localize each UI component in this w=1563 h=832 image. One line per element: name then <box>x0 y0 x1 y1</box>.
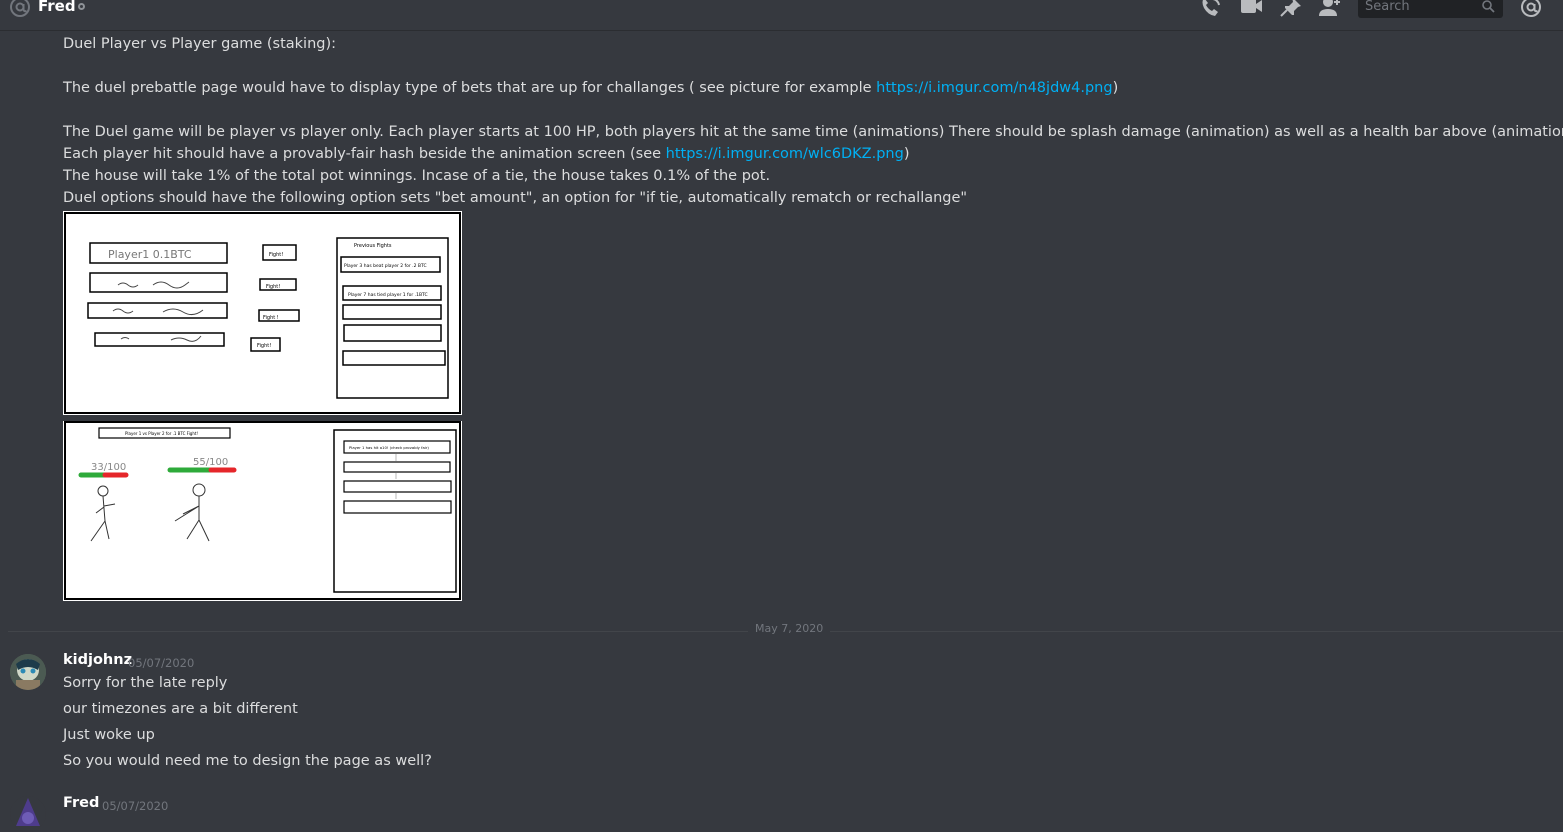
previous-fight-row: Player 3 has beat player 2 for .2 BTC <box>344 263 427 269</box>
date-divider-label: May 7, 2020 <box>748 622 831 635</box>
fight-button-label: Fight! <box>266 284 280 290</box>
message-line: Duel options should have the following o… <box>63 190 968 206</box>
message-line: The Duel game will be player vs player o… <box>63 124 1563 140</box>
mentions-icon[interactable] <box>1520 0 1542 22</box>
search-placeholder: Search <box>1365 0 1410 14</box>
avatar[interactable] <box>10 796 46 832</box>
avatar[interactable] <box>10 654 46 690</box>
message-line: Sorry for the late reply <box>63 675 228 691</box>
player1-hp: 33/100 <box>91 462 126 473</box>
previous-fights-title: Previous Fights <box>354 243 392 249</box>
player2-hp: 55/100 <box>193 457 228 468</box>
message-line: The duel prebattle page would have to di… <box>63 80 1119 96</box>
message-author[interactable]: Fred <box>63 795 99 811</box>
fight-button-label: Fight! <box>269 252 283 258</box>
at-sign-icon <box>9 0 31 22</box>
message-line: So you would need me to design the page … <box>63 753 432 769</box>
message-timestamp: 05/07/2020 <box>128 656 195 670</box>
fight-title: Player 1 vs Player 2 for .1 BTC Fight! <box>125 431 198 436</box>
fight-button-label: Fight ! <box>263 315 279 321</box>
attachment-image[interactable]: Player1 0.1BTC Fight! Fight! Fight ! Fig… <box>63 211 462 601</box>
channel-header: Fred Search <box>0 0 1563 31</box>
add-friend-to-dm-icon[interactable] <box>1318 0 1342 22</box>
imgur-link[interactable]: https://i.imgur.com/wlc6DKZ.png <box>666 146 904 162</box>
hit-log-row: Player 1 has hit a10! (check provably fa… <box>349 445 429 450</box>
pinned-messages-icon[interactable] <box>1280 0 1302 22</box>
offline-status-icon <box>78 3 85 10</box>
start-video-call-icon[interactable] <box>1240 0 1264 22</box>
search-input[interactable]: Search <box>1358 0 1503 18</box>
message-line: The house will take 1% of the total pot … <box>63 168 771 184</box>
message-author[interactable]: kidjohnz <box>63 652 132 668</box>
channel-name: Fred <box>38 0 76 15</box>
imgur-link[interactable]: https://i.imgur.com/n48jdw4.png <box>876 80 1112 96</box>
message-timestamp: 05/07/2020 <box>102 799 169 813</box>
message-line: our timezones are a bit different <box>63 701 298 717</box>
fight-button-label: Fight! <box>257 343 271 349</box>
player1-bet-text: Player1 0.1BTC <box>108 248 192 261</box>
previous-fight-row: Player 7 has tied player 1 for .1BTC <box>348 292 428 298</box>
start-voice-call-icon[interactable] <box>1199 0 1223 22</box>
search-icon <box>1482 0 1495 13</box>
message-line: Each player hit should have a provably-f… <box>63 146 910 162</box>
message-line: Duel Player vs Player game (staking): <box>63 36 337 52</box>
message-line: Just woke up <box>63 727 155 743</box>
